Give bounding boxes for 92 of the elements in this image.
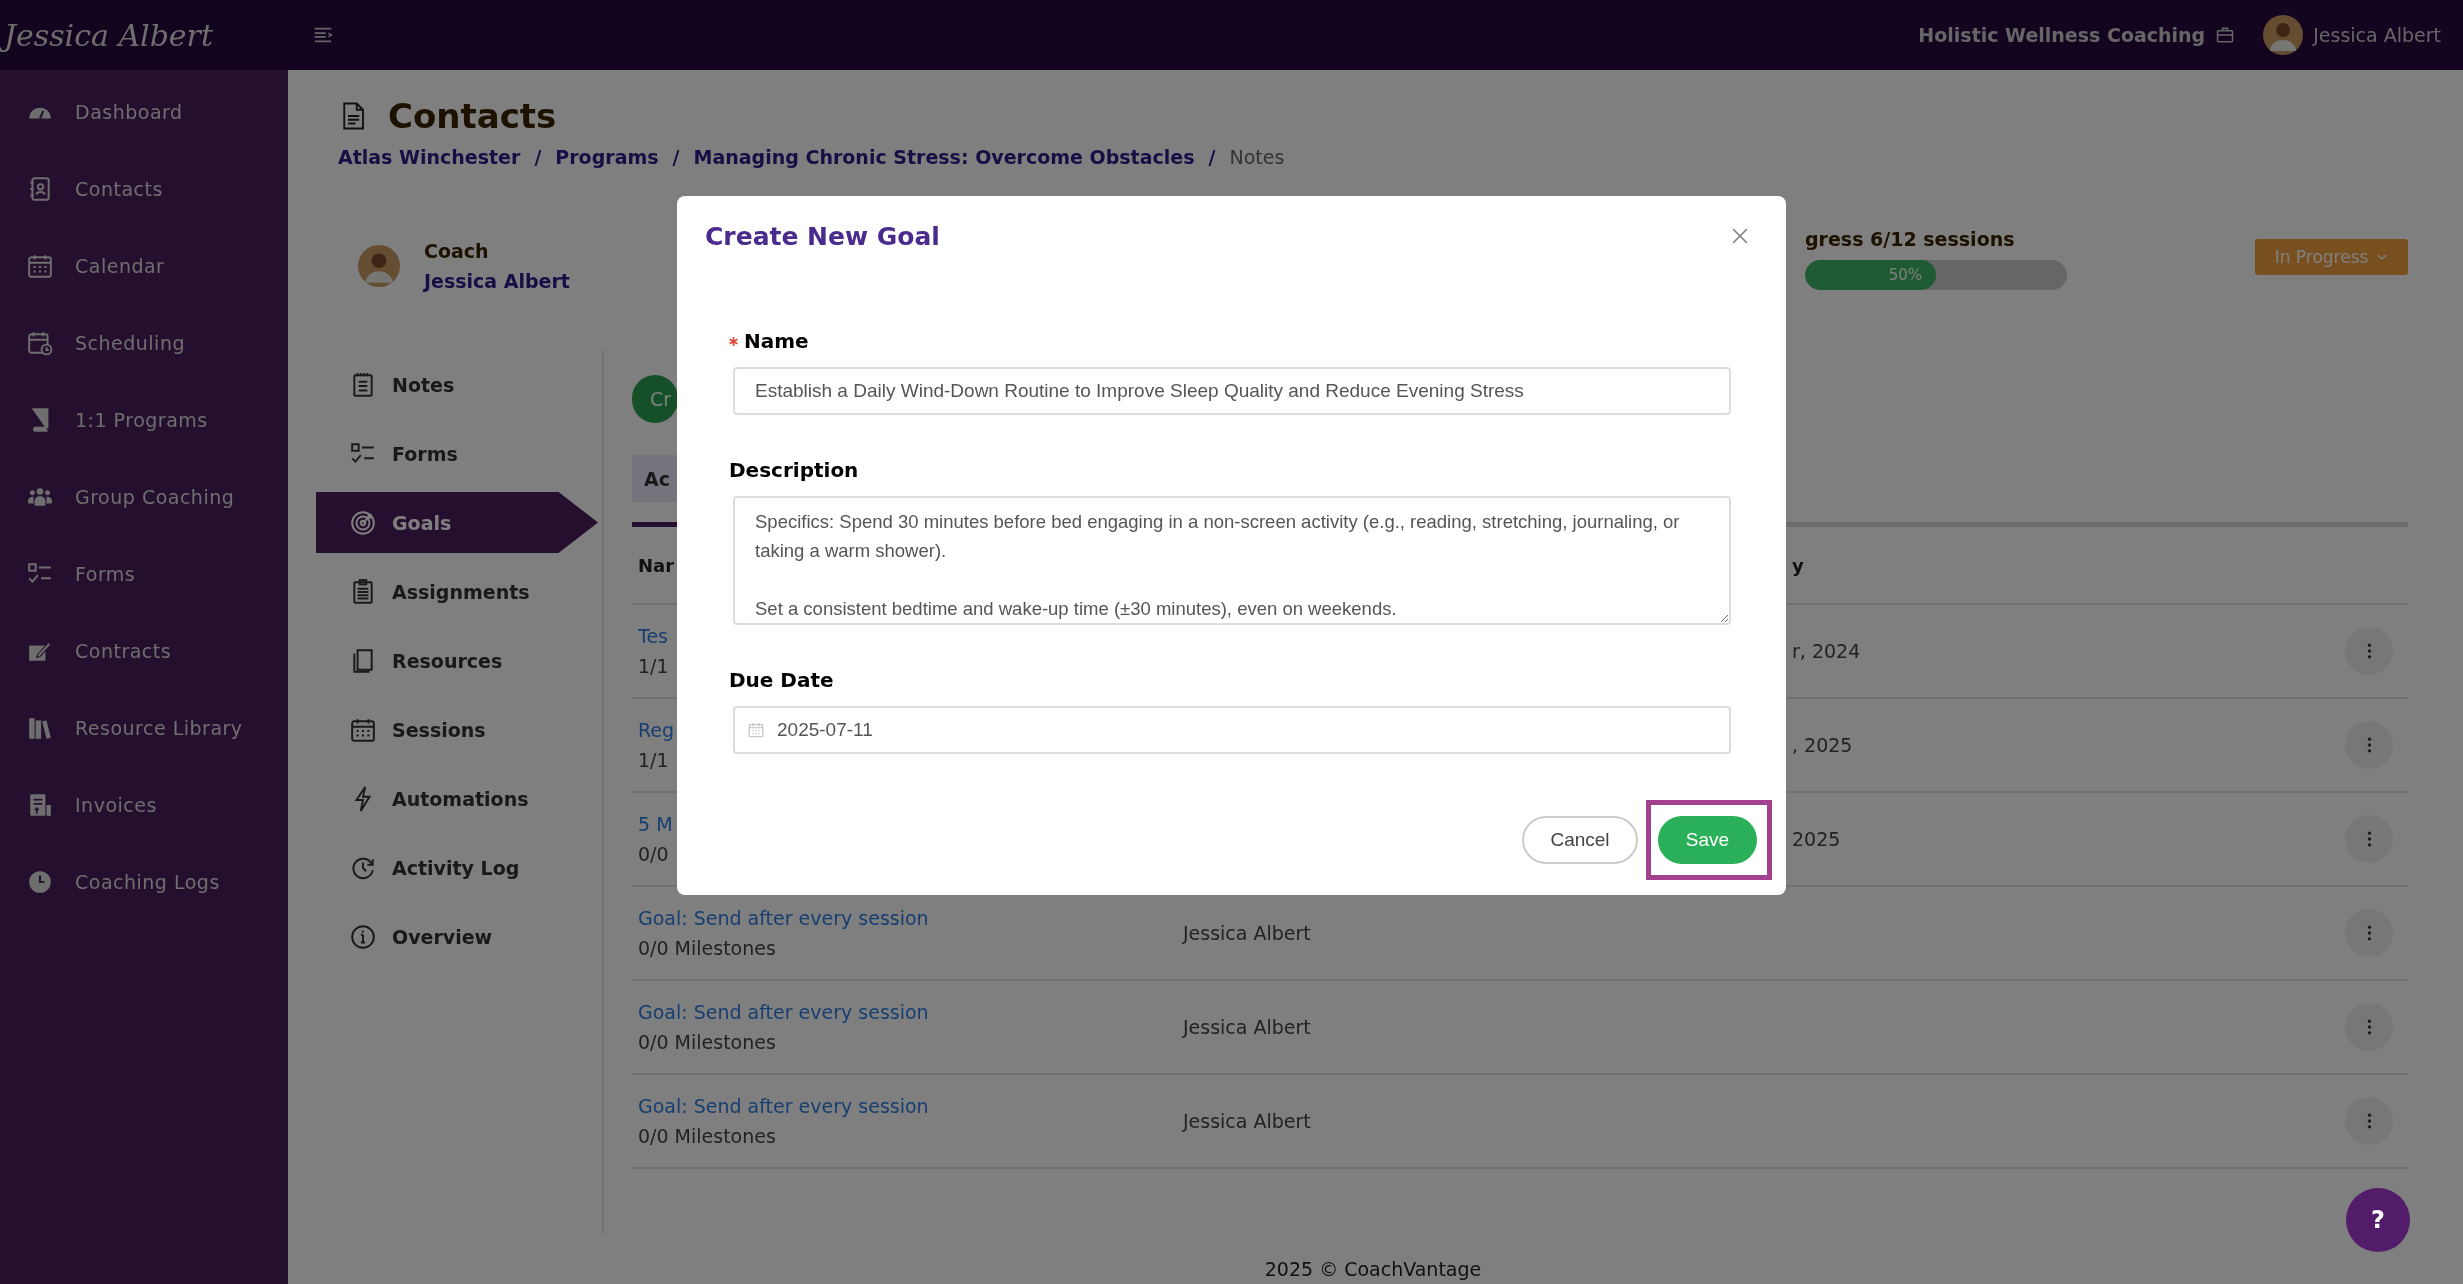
column-header: Nar (637, 554, 676, 576)
subnav-item[interactable]: Forms (338, 423, 602, 484)
user-name[interactable]: Jessica Albert (2313, 24, 2441, 46)
milestone-count: 0/0 Milestones (638, 1031, 777, 1053)
table-cell: Jessica Albert (1183, 1016, 1311, 1038)
copyright: 2025 © CoachVantage (1264, 1258, 1482, 1280)
milestone-count: 0/0 (638, 843, 670, 865)
more-button[interactable] (2345, 1003, 2393, 1051)
subnav-item[interactable]: Activity Log (338, 837, 602, 898)
subnav-item[interactable]: Notes (338, 354, 602, 415)
breadcrumb-link[interactable]: Atlas Winchester (338, 146, 521, 168)
breadcrumb-link[interactable]: Programs (555, 146, 659, 168)
table-cell: r, 2024 (1792, 640, 1861, 662)
clock-icon (27, 868, 53, 895)
field-label: Due Date (729, 668, 834, 692)
goal-link[interactable]: Goal: Send after every session (638, 1001, 1170, 1023)
table-cell: Jessica Albert (1183, 1110, 1311, 1132)
progress-label: gress 6/12 sessions (1805, 228, 2016, 250)
description-input[interactable]: Specifics: Spend 30 minutes before bed engaging in a non-screen activity (e.g., reading, stretching, journaling, or taking a warm shower). Set a consistent bedtime and wake-up time (±30 minutes), even on weekends. (733, 496, 1731, 625)
address-book-icon (27, 175, 53, 202)
calendar-icon (27, 252, 53, 279)
breadcrumb-separator: / (534, 146, 542, 168)
kebab-icon (2366, 1018, 2372, 1036)
clipboard-icon (350, 578, 376, 605)
sidebar-item[interactable]: Coaching Logs (0, 843, 288, 920)
more-button[interactable] (2345, 1097, 2393, 1145)
dialog-title: Create New Goal (705, 221, 940, 251)
subnav-item[interactable]: Overview (338, 906, 602, 967)
kebab-icon (2366, 642, 2372, 660)
sidebar-item[interactable]: Invoices (0, 766, 288, 843)
breadcrumb-link[interactable]: Managing Chronic Stress: Overcome Obstacles (693, 146, 1195, 168)
sidebar-item[interactable]: Contracts (0, 612, 288, 689)
help-button[interactable]: ? (2346, 1188, 2410, 1252)
name-input[interactable]: Establish a Daily Wind-Down Routine to Improve Sleep Quality and Reduce Evening Stress (733, 367, 1731, 415)
progress-reading: 50% (1888, 266, 1923, 284)
invoice-icon (27, 791, 53, 818)
kebab-icon (2366, 1112, 2372, 1130)
sidebar-item[interactable]: Contacts (0, 150, 288, 227)
milestone-count: 1/1 (638, 749, 670, 771)
more-button[interactable] (2345, 815, 2393, 863)
notepad-icon (350, 371, 376, 398)
field-label: Name (744, 329, 809, 353)
subnav-item[interactable]: Goals (316, 492, 598, 553)
sidebar-item[interactable]: 1:1 Programs (0, 381, 288, 458)
calendar-clock-icon (27, 329, 53, 356)
milestone-count: 0/0 Milestones (638, 1125, 777, 1147)
column-header: y (1791, 554, 1805, 576)
coach-label: Coach (424, 240, 490, 262)
close-icon[interactable] (1732, 228, 1748, 244)
more-button[interactable] (2345, 627, 2393, 675)
table-cell: , 2025 (1792, 734, 1853, 756)
business-name: Holistic Wellness Coaching (1918, 24, 2206, 46)
breadcrumb-separator: / (1208, 146, 1216, 168)
breadcrumb-separator: / (672, 146, 680, 168)
target-icon (350, 509, 376, 536)
avatar (358, 245, 400, 287)
kebab-icon (2366, 924, 2372, 942)
sidebar-item[interactable]: Dashboard (0, 73, 288, 150)
more-button[interactable] (2345, 909, 2393, 957)
sidebar-item[interactable]: Scheduling (0, 304, 288, 381)
coach-name[interactable]: Jessica Albert (424, 270, 570, 292)
subnav-item[interactable]: Resources (338, 630, 602, 691)
more-button[interactable] (2345, 721, 2393, 769)
current-page-label: Notes (1229, 146, 1285, 168)
kebab-icon (2366, 736, 2372, 754)
sidebar-item[interactable]: Group Coaching (0, 458, 288, 535)
page-title: Contacts (388, 96, 557, 136)
info-icon (350, 923, 376, 950)
table-cell: Jessica Albert (1183, 922, 1311, 944)
field-label: Description (729, 458, 859, 482)
subnav-item[interactable]: Automations (338, 768, 602, 829)
subnav-item[interactable]: Assignments (338, 561, 602, 622)
required-icon (729, 336, 738, 346)
milestone-count: 1/1 (638, 655, 670, 677)
cancel-button[interactable]: Cancel (1522, 816, 1638, 864)
pages-icon (350, 647, 376, 674)
briefcase-icon[interactable] (2215, 25, 2236, 45)
sidebar-item[interactable]: Resource Library (0, 689, 288, 766)
date-input[interactable]: 2025-07-11 (733, 706, 1731, 754)
save-button[interactable]: Save (1658, 816, 1757, 864)
kebab-icon (2366, 830, 2372, 848)
sidebar-item[interactable]: Calendar (0, 227, 288, 304)
sidebar-item[interactable]: Forms (0, 535, 288, 612)
subnav-item[interactable]: Sessions (338, 699, 602, 760)
create-button[interactable]: Cr (632, 375, 678, 423)
milestone-count: 0/0 Milestones (638, 937, 777, 959)
table-cell: 2025 (1792, 828, 1841, 850)
calendar-icon (350, 716, 376, 743)
calendar-icon (747, 721, 765, 739)
avatar[interactable] (2263, 15, 2304, 55)
goal-link[interactable]: Goal: Send after every session (638, 907, 1170, 929)
goal-link[interactable]: Goal: Send after every session (638, 1095, 1170, 1117)
